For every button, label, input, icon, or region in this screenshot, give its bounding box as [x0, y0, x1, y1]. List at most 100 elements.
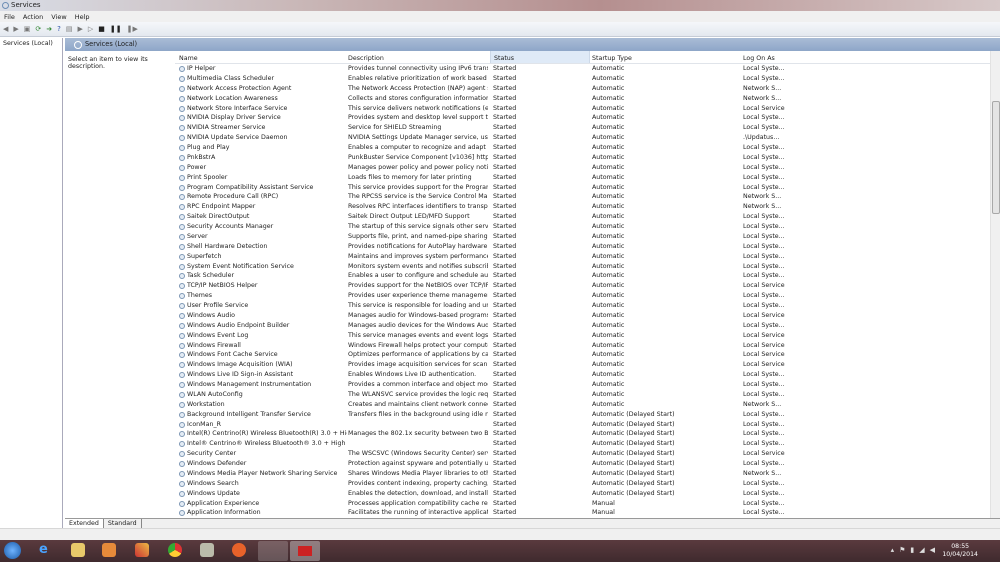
table-row[interactable]: Windows Audio Manages audio for Windows-b… [175, 311, 990, 321]
table-row[interactable]: NVIDIA Display Driver Service Provides sy… [175, 113, 990, 123]
tab-extended[interactable]: Extended [65, 519, 104, 528]
table-row[interactable]: Windows Media Player Network Sharing Ser… [175, 469, 990, 479]
column-status[interactable]: Status [490, 51, 590, 63]
table-row[interactable]: IconMan_R Started Automatic (Delayed Start… [175, 420, 990, 430]
table-row[interactable]: Security Accounts Manager The startup of … [175, 222, 990, 232]
forward-icon[interactable]: ▶ [13, 25, 18, 33]
table-row[interactable]: Windows Font Cache Service Optimizes perf… [175, 350, 990, 360]
help-icon[interactable]: ? [57, 25, 61, 33]
table-row[interactable]: Plug and Play Enables a computer to recog… [175, 143, 990, 153]
table-row[interactable]: Windows Management Instrumentation Provid… [175, 380, 990, 390]
chrome-icon[interactable] [168, 543, 182, 557]
table-row[interactable]: Workstation Creates and maintains client … [175, 400, 990, 410]
export-icon[interactable]: ➜ [46, 25, 52, 33]
cell-name: Windows Live ID Sign-in Assistant [187, 371, 294, 379]
table-row[interactable]: RPC Endpoint Mapper Resolves RPC interfac… [175, 202, 990, 212]
service-gear-icon [179, 204, 185, 211]
table-row[interactable]: Application Experience Processes applicat… [175, 499, 990, 509]
table-row[interactable]: WLAN AutoConfig The WLANSVC service provi… [175, 390, 990, 400]
table-row[interactable]: Saitek DirectOutput Saitek Direct Output … [175, 212, 990, 222]
table-row[interactable]: Remote Procedure Call (RPC) The RPCSS ser… [175, 192, 990, 202]
internet-explorer-icon[interactable]: e [39, 543, 53, 557]
properties-icon[interactable]: ▤ [66, 25, 73, 33]
origin-icon[interactable] [232, 543, 246, 557]
table-row[interactable]: Windows Image Acquisition (WIA) Provides … [175, 360, 990, 370]
tab-standard[interactable]: Standard [104, 519, 142, 528]
table-row[interactable]: Network Store Interface Service This serv… [175, 104, 990, 114]
cell-log-on-as: Local Syste... [743, 114, 785, 122]
cell-log-on-as: Local Syste... [743, 371, 785, 379]
table-row[interactable]: TCP/IP NetBIOS Helper Provides support fo… [175, 281, 990, 291]
table-row[interactable]: Shell Hardware Detection Provides notific… [175, 242, 990, 252]
cell-log-on-as: Local Syste... [743, 183, 785, 191]
cell-log-on-as: Local Service [743, 450, 785, 458]
file-explorer-icon[interactable] [71, 543, 85, 557]
start-service-alt-icon[interactable]: ▷ [88, 25, 93, 33]
table-row[interactable]: Themes Provides user experience theme man… [175, 291, 990, 301]
table-row[interactable]: Server Supports file, print, and named-pi… [175, 232, 990, 242]
column-log-on-as[interactable]: Log On As [743, 55, 775, 62]
taskbar-services[interactable] [290, 541, 320, 561]
cell-startup-type: Automatic (Delayed Start) [592, 420, 675, 428]
restart-service-icon[interactable]: ❚▶ [127, 25, 138, 33]
start-service-icon[interactable]: ▶ [78, 25, 83, 33]
cell-status: Started [493, 203, 517, 211]
table-row[interactable]: Windows Update Enables the detection, dow… [175, 489, 990, 499]
back-icon[interactable]: ◀ [3, 25, 8, 33]
window-title: Services [11, 1, 41, 9]
column-name[interactable]: Name [179, 55, 198, 62]
table-row[interactable]: Print Spooler Loads files to memory for l… [175, 173, 990, 183]
clock[interactable]: 08:55 10/04/2014 [942, 543, 978, 559]
service-gear-icon [179, 174, 185, 181]
app-cube-icon[interactable] [200, 543, 214, 557]
table-row[interactable]: Security Center The WSCSVC (Windows Secur… [175, 449, 990, 459]
table-row[interactable]: Program Compatibility Assistant Service T… [175, 183, 990, 193]
cell-status: Started [493, 232, 517, 240]
show-hide-tree-icon[interactable]: ▣ [24, 25, 31, 33]
table-row[interactable]: User Profile Service This service is resp… [175, 301, 990, 311]
stop-service-icon[interactable]: ■ [98, 25, 105, 33]
system-tray[interactable]: ▴⚑▮◢◀ [891, 546, 940, 554]
column-startup-type[interactable]: Startup Type [592, 55, 632, 62]
taskbar-task-manager[interactable] [258, 541, 288, 561]
table-row[interactable]: Windows Event Log This service manages ev… [175, 331, 990, 341]
table-row[interactable]: Windows Search Provides content indexing,… [175, 479, 990, 489]
table-row[interactable]: NVIDIA Streamer Service Service for SHIEL… [175, 123, 990, 133]
table-row[interactable]: Superfetch Maintains and improves system … [175, 252, 990, 262]
cell-name: Themes [187, 292, 212, 300]
table-row[interactable]: Windows Defender Protection against spywa… [175, 459, 990, 469]
cell-status: Started [493, 371, 517, 379]
cell-log-on-as: Local Syste... [743, 489, 785, 497]
start-button[interactable] [4, 542, 21, 559]
table-row[interactable]: System Event Notification Service Monitor… [175, 262, 990, 272]
scrollbar-thumb[interactable] [992, 101, 1000, 214]
table-row[interactable]: IP Helper Provides tunnel connectivity us… [175, 64, 990, 74]
table-row[interactable]: Multimedia Class Scheduler Enables relati… [175, 74, 990, 84]
table-row[interactable]: Intel(R) Centrino(R) Wireless Bluetooth(… [175, 429, 990, 439]
table-row[interactable]: Windows Audio Endpoint Builder Manages au… [175, 321, 990, 331]
table-row[interactable]: Network Location Awareness Collects and s… [175, 94, 990, 104]
table-row[interactable]: Application Information Facilitates the r… [175, 508, 990, 518]
cell-name: User Profile Service [187, 302, 249, 309]
media-player-icon[interactable] [102, 543, 116, 557]
cell-name: Program Compatibility Assistant Service [187, 183, 314, 191]
table-row[interactable]: Windows Firewall Windows Firewall helps p… [175, 341, 990, 351]
pause-service-icon[interactable]: ❚❚ [110, 25, 122, 33]
vertical-scrollbar[interactable] [990, 51, 1000, 518]
paint-app-icon[interactable] [135, 543, 149, 557]
table-row[interactable]: NVIDIA Update Service Daemon NVIDIA Setti… [175, 133, 990, 143]
refresh-icon[interactable]: ⟳ [35, 25, 41, 33]
table-row[interactable]: PnkBstrA PunkBuster Service Component [v1… [175, 153, 990, 163]
table-row[interactable]: Background Intelligent Transfer Service T… [175, 410, 990, 420]
table-row[interactable]: Power Manages power policy and power poli… [175, 163, 990, 173]
service-gear-icon [179, 470, 185, 477]
tree-item-services-local[interactable]: Services (Local) [0, 38, 62, 49]
cell-description: Optimizes performance of applications by… [348, 351, 488, 359]
table-row[interactable]: Windows Live ID Sign-in Assistant Enables… [175, 370, 990, 380]
cell-status: Started [493, 114, 517, 122]
column-description[interactable]: Description [348, 55, 384, 62]
table-row[interactable]: Intel® Centrino® Wireless Bluetooth® 3.0… [175, 439, 990, 449]
table-row[interactable]: Task Scheduler Enables a user to configur… [175, 271, 990, 281]
cell-name: Windows Management Instrumentation [187, 381, 312, 388]
table-row[interactable]: Network Access Protection Agent The Netwo… [175, 84, 990, 94]
